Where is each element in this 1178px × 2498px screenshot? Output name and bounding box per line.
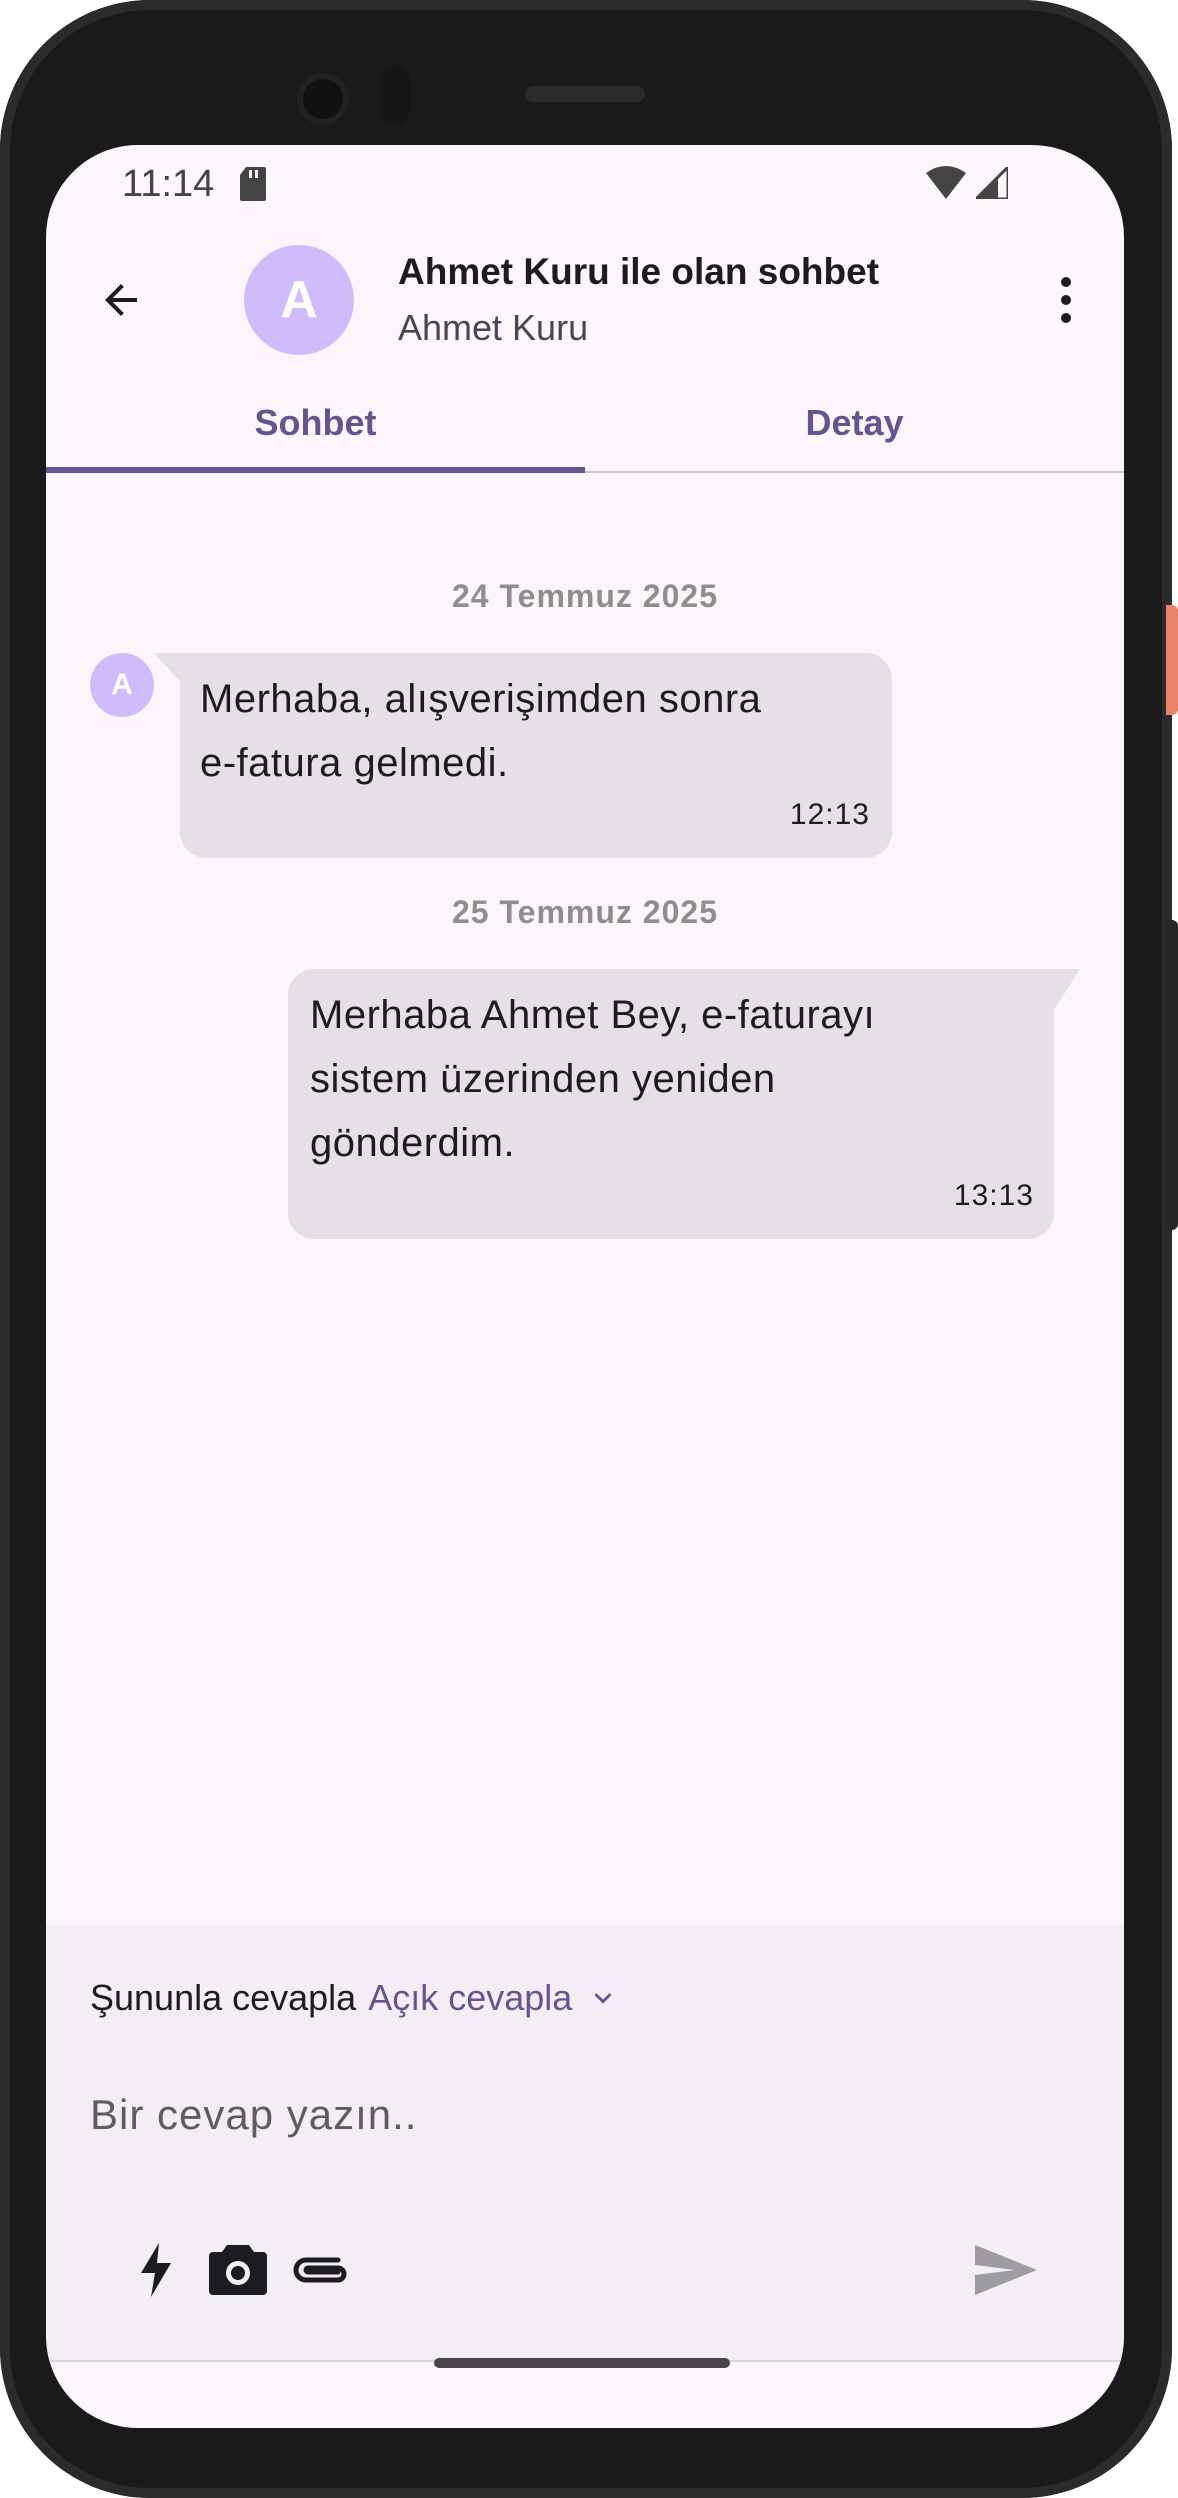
message-line: e-fatura gelmedi.	[200, 741, 509, 785]
message-line: gönderdim.	[310, 1121, 516, 1165]
camera-button[interactable]	[198, 2230, 278, 2310]
app-bar: A Ahmet Kuru ile olan sohbet Ahmet Kuru	[46, 225, 1124, 375]
earpiece-speaker	[525, 86, 645, 102]
contact-avatar[interactable]: A	[244, 245, 354, 355]
message-line: sistem üzerinden yeniden	[310, 1057, 776, 1101]
tab-label: Sohbet	[254, 402, 377, 443]
message-bubble-outgoing[interactable]: Merhaba Ahmet Bey, e-faturayı sistem üze…	[288, 969, 1054, 1239]
volume-button	[1166, 920, 1178, 1230]
arrow-back-icon	[105, 284, 137, 316]
signal-icon	[976, 167, 1008, 199]
wifi-icon	[926, 166, 966, 199]
message-line: Merhaba Ahmet Bey, e-faturayı	[310, 993, 876, 1037]
gesture-nav-handle[interactable]	[434, 2358, 730, 2368]
status-bar: 11:14	[46, 145, 1124, 225]
quick-reply-button[interactable]	[116, 2230, 196, 2310]
attach-button[interactable]	[280, 2230, 360, 2310]
message-text: Merhaba Ahmet Bey, e-faturayı sistem üze…	[310, 983, 875, 1175]
message-line: Merhaba, alışverişimden sonra	[200, 677, 762, 721]
message-avatar: A	[90, 653, 154, 717]
reply-composer: Şununla cevapla Açık cevapla	[46, 1925, 1124, 2362]
back-button[interactable]	[86, 265, 156, 335]
tab-label: Detay	[805, 402, 904, 443]
date-separator: 25 Temmuz 2025	[452, 894, 718, 930]
status-time: 11:14	[122, 163, 215, 205]
tab-bar: Sohbet Detay	[46, 375, 1124, 473]
send-icon	[975, 2245, 1037, 2295]
tab-detay[interactable]: Detay	[585, 375, 1124, 471]
camera-icon	[209, 2245, 267, 2295]
message-bubble-incoming[interactable]: Merhaba, alışverişimden sonra e-fatura g…	[180, 653, 892, 858]
tab-indicator	[46, 467, 585, 473]
bubble-tail	[1052, 969, 1080, 1013]
send-button[interactable]	[966, 2230, 1046, 2310]
sd-card-icon	[240, 167, 266, 201]
reply-input[interactable]	[90, 2075, 1070, 2155]
attachment-icon	[293, 2257, 347, 2283]
power-button	[1166, 605, 1178, 715]
chevron-down-icon[interactable]	[586, 1981, 620, 2015]
tab-sohbet[interactable]: Sohbet	[46, 375, 585, 471]
message-time: 12:13	[789, 798, 870, 831]
more-options-button[interactable]	[1036, 265, 1096, 335]
reply-mode-dropdown[interactable]: Açık cevapla	[368, 1977, 572, 2019]
chat-title: Ahmet Kuru ile olan sohbet	[398, 251, 880, 292]
screen: 11:14 A Ahmet Kuru ile olan sohbet Ahmet…	[46, 145, 1124, 2428]
lightning-icon	[141, 2243, 171, 2297]
message-text: Merhaba, alışverişimden sonra e-fatura g…	[200, 667, 761, 795]
message-time: 13:13	[953, 1179, 1034, 1212]
reply-prefix: Şununla cevapla	[90, 1977, 357, 2018]
chat-subtitle: Ahmet Kuru	[398, 307, 589, 348]
more-vert-icon	[1061, 277, 1071, 323]
proximity-sensor	[380, 65, 410, 125]
reply-mode-row: Şununla cevapla Açık cevapla	[90, 1977, 620, 2019]
front-camera	[297, 73, 349, 125]
date-separator: 24 Temmuz 2025	[452, 578, 718, 614]
